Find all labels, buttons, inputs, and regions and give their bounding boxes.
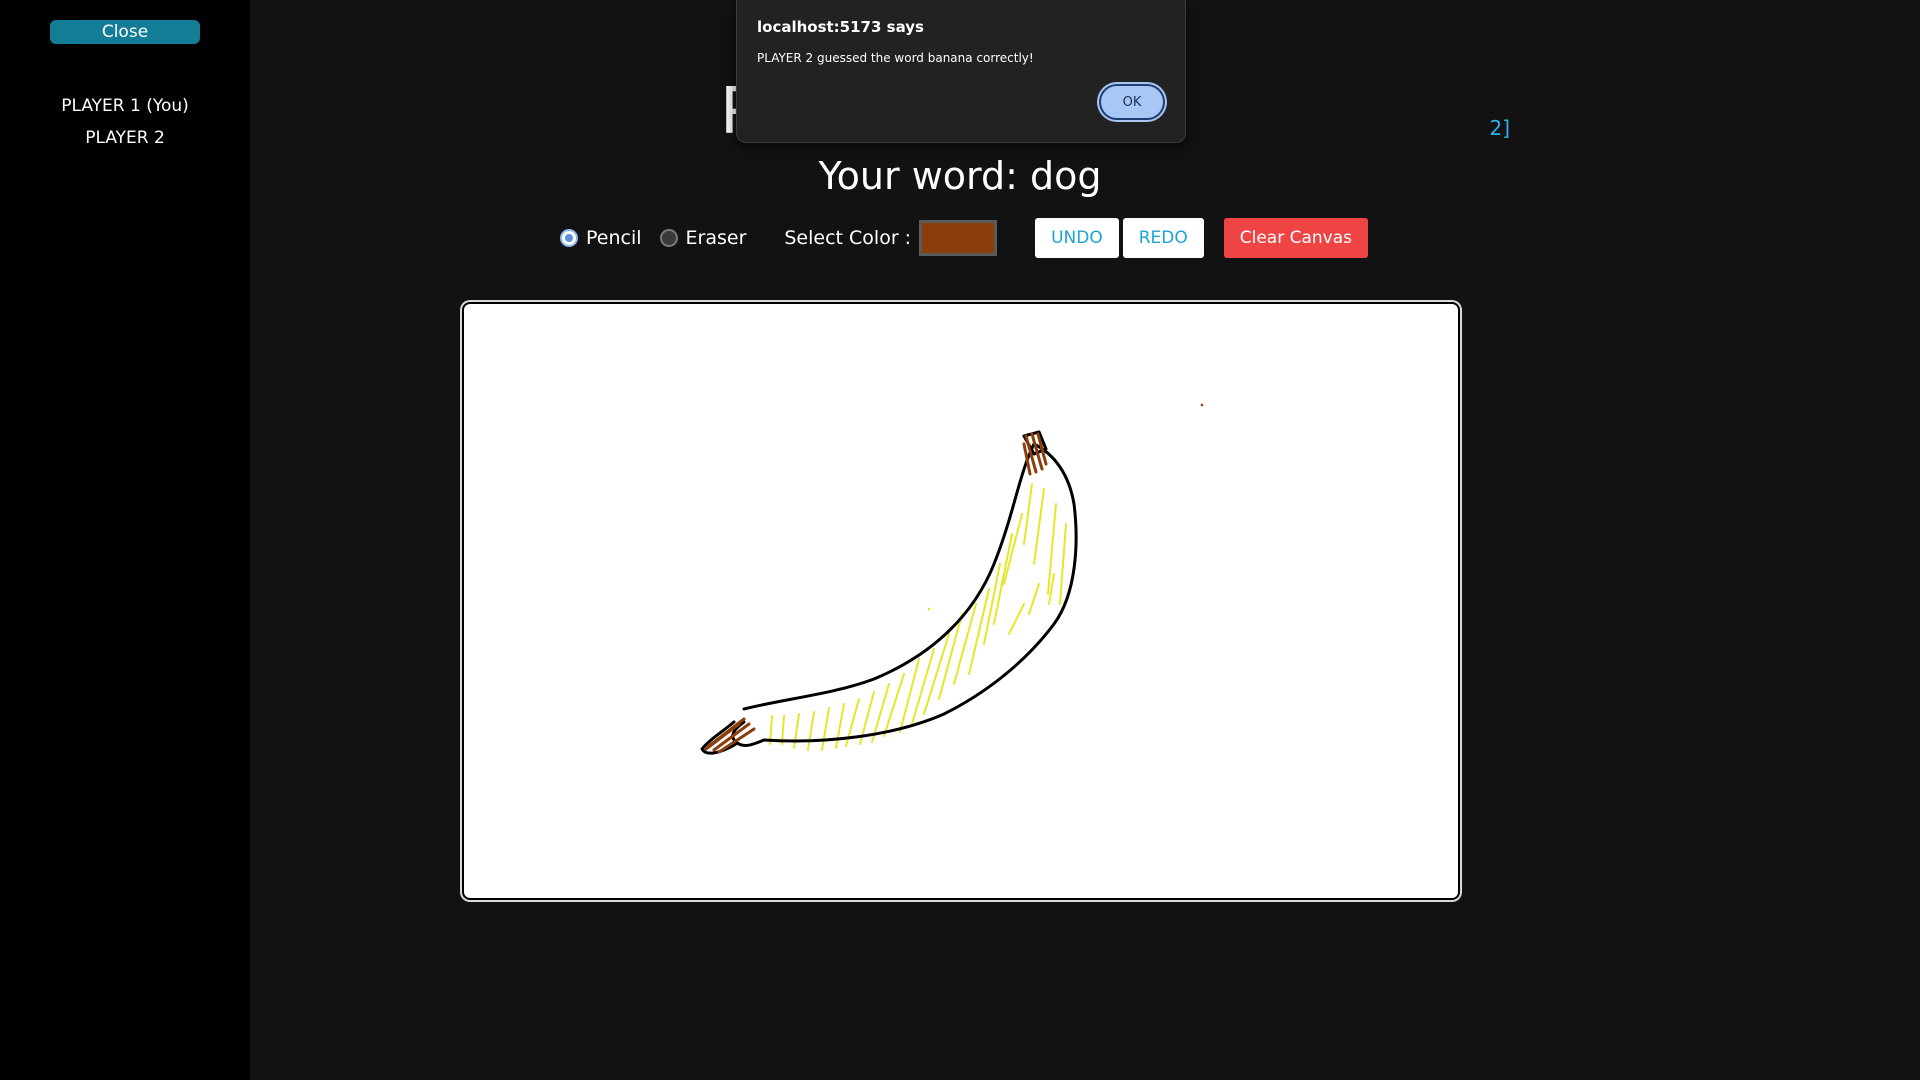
redo-button[interactable]: REDO: [1122, 218, 1204, 258]
player-item: PLAYER 2: [85, 128, 165, 148]
pencil-radio[interactable]: [560, 229, 578, 247]
undo-button[interactable]: UNDO: [1035, 218, 1119, 258]
round-indicator: 2]: [1489, 116, 1510, 140]
dialog-message: PLAYER 2 guessed the word banana correct…: [757, 51, 1034, 65]
pencil-label[interactable]: Pencil: [586, 227, 642, 249]
player-sidebar: Close PLAYER 1 (You) PLAYER 2: [0, 0, 250, 1080]
dialog-ok-button[interactable]: OK: [1099, 84, 1165, 120]
color-label: Select Color :: [784, 227, 912, 249]
eraser-label[interactable]: Eraser: [686, 227, 747, 249]
player-item: PLAYER 1 (You): [61, 96, 189, 116]
banana-drawing: [700, 403, 1204, 755]
drawing-toolbar: Pencil Eraser Select Color : UNDO REDO C…: [560, 218, 1369, 258]
your-word: Your word: dog: [250, 154, 1670, 198]
dialog-title: localhost:5173 says: [757, 18, 924, 36]
game-area: P 2] Your word: dog Pencil Eraser Select…: [250, 0, 1920, 1080]
your-word-value: dog: [1030, 154, 1102, 198]
your-word-label: Your word:: [818, 154, 1030, 198]
eraser-radio[interactable]: [659, 229, 678, 247]
close-sidebar-button[interactable]: Close: [50, 20, 200, 44]
player-list: PLAYER 1 (You) PLAYER 2: [0, 90, 250, 154]
drawing-canvas[interactable]: [462, 302, 1460, 900]
clear-canvas-button[interactable]: Clear Canvas: [1223, 218, 1369, 258]
alert-dialog: localhost:5173 says PLAYER 2 guessed the…: [736, 0, 1186, 143]
color-picker[interactable]: [919, 220, 998, 256]
